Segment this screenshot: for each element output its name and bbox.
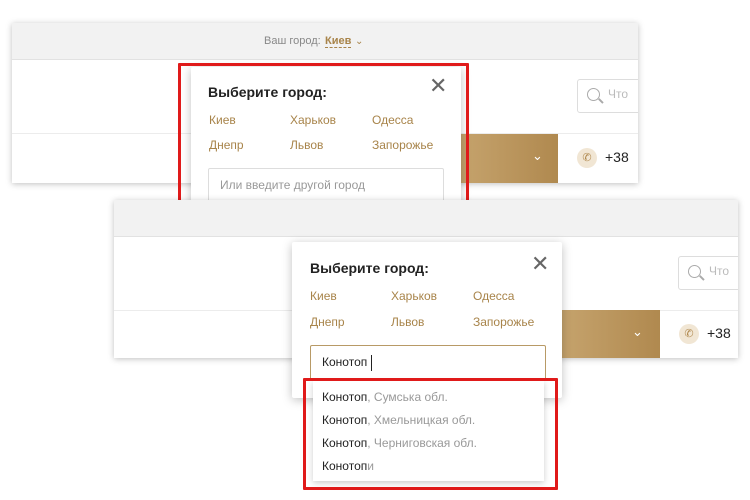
city-option[interactable]: Харьков <box>391 289 437 303</box>
search-icon <box>688 265 701 278</box>
catalog-dropdown[interactable]: ⌄ <box>554 310 660 358</box>
chevron-down-icon: ⌄ <box>632 324 643 339</box>
phone-icon: ✆ <box>577 148 597 168</box>
city-popup: Выберите город: ✕ Киев Харьков Одесса Дн… <box>292 242 562 398</box>
city-option[interactable]: Львов <box>391 315 424 329</box>
phone[interactable]: ✆ +38 <box>679 324 738 346</box>
city-option[interactable]: Киев <box>310 289 337 303</box>
top-bar <box>114 200 738 237</box>
phone-icon: ✆ <box>679 324 699 344</box>
city-input[interactable]: Конотоп <box>310 345 546 381</box>
city-label: Ваш город: <box>264 35 321 47</box>
city-input-value: Конотоп <box>322 355 373 371</box>
chevron-down-icon: ⌄ <box>532 148 543 163</box>
city-option[interactable]: Одесса <box>473 289 514 303</box>
phone-number: +38 <box>707 325 731 341</box>
close-icon[interactable]: ✕ <box>531 253 549 275</box>
chevron-down-icon[interactable]: ⌄ <box>355 36 363 47</box>
phone[interactable]: ✆ +38 <box>577 148 638 170</box>
search-icon <box>587 88 600 101</box>
highlight-box <box>303 378 558 490</box>
city-option[interactable]: Запорожье <box>473 315 534 329</box>
city-option[interactable]: Днепр <box>310 315 345 329</box>
search-placeholder: Что <box>709 264 730 278</box>
current-city-link[interactable]: Киев <box>325 35 352 48</box>
search-input[interactable]: Что <box>577 79 638 113</box>
popup-title: Выберите город: <box>310 260 429 276</box>
search-input[interactable]: Что <box>678 256 738 290</box>
top-bar: Ваш город: Киев ⌄ <box>12 23 638 60</box>
search-placeholder: Что <box>608 87 629 101</box>
text-caret <box>371 355 373 371</box>
phone-number: +38 <box>605 149 629 165</box>
